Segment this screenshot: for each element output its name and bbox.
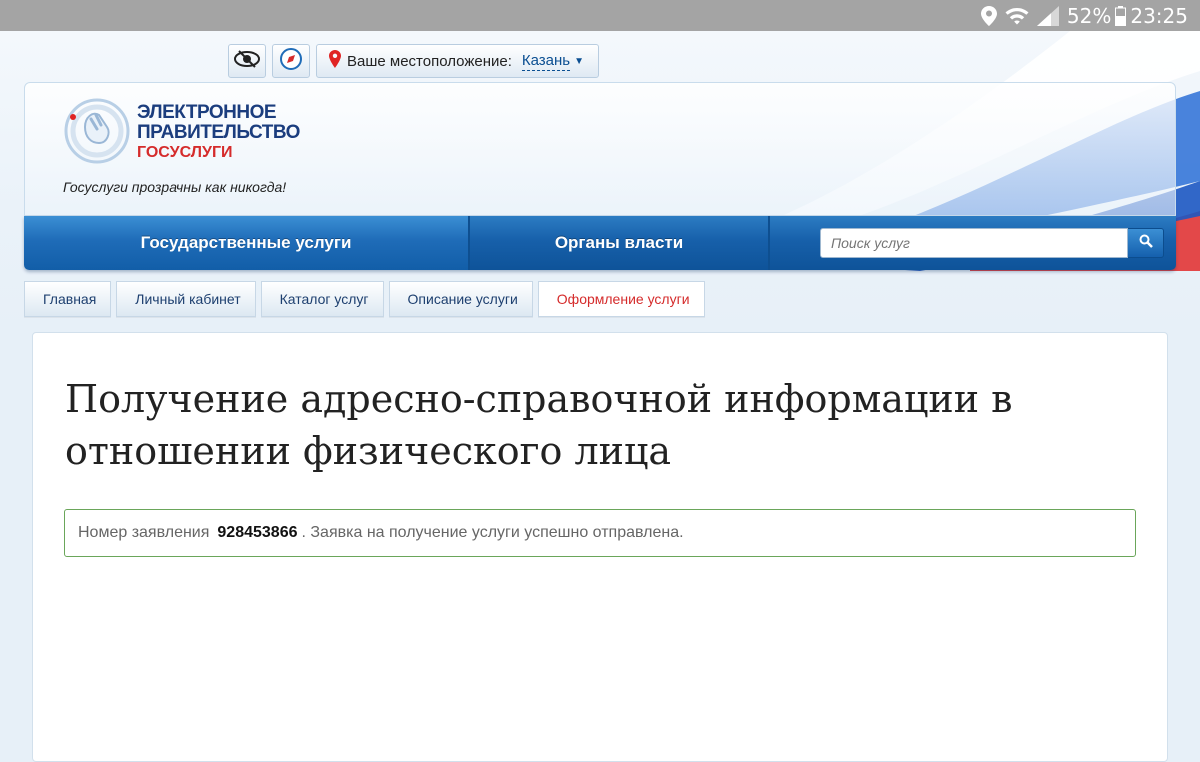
search-input[interactable] bbox=[820, 228, 1128, 258]
battery-icon bbox=[1115, 5, 1127, 26]
location-selector[interactable]: Ваше местоположение: Казань ▼ bbox=[316, 44, 600, 78]
nav-item-authorities[interactable]: Органы власти bbox=[470, 216, 770, 270]
location-city-link[interactable]: Казань bbox=[521, 52, 571, 71]
application-number: 928453866 bbox=[217, 524, 298, 541]
breadcrumb-service-description[interactable]: Описание услуги bbox=[388, 281, 533, 317]
compass-button[interactable] bbox=[272, 44, 310, 78]
accessibility-button[interactable] bbox=[228, 44, 266, 78]
breadcrumb-home[interactable]: Главная bbox=[24, 281, 112, 317]
brand-text[interactable]: ЭЛЕКТРОННОЕ ПРАВИТЕЛЬСТВО ГОСУСЛУГИ bbox=[137, 103, 300, 163]
breadcrumb: Главная Личный кабинет Каталог услуг Опи… bbox=[24, 281, 710, 317]
search-icon bbox=[1139, 234, 1153, 253]
page-title: Получение адресно-справочной информации … bbox=[65, 377, 1013, 473]
brand-line-2: ПРАВИТЕЛЬСТВО bbox=[137, 122, 300, 143]
wifi-icon bbox=[1005, 6, 1029, 26]
breadcrumb-service-application: Оформление услуги bbox=[537, 281, 705, 317]
caret-down-icon: ▼ bbox=[574, 55, 585, 67]
site-header: ЭЛЕКТРОННОЕ ПРАВИТЕЛЬСТВО ГОСУСЛУГИ Госу… bbox=[24, 82, 1176, 216]
alert-message: . Заявка на получение услуги успешно отп… bbox=[301, 524, 684, 541]
brand-line-1: ЭЛЕКТРОННОЕ bbox=[137, 102, 277, 123]
battery-percent: 52% bbox=[1066, 3, 1112, 28]
nav-item-government-services[interactable]: Государственные услуги bbox=[24, 216, 470, 270]
status-bar: 52% 23:25 bbox=[0, 0, 1200, 31]
location-label: Ваше местоположение: bbox=[347, 52, 512, 70]
search-button[interactable] bbox=[1128, 228, 1164, 258]
compass-icon bbox=[280, 47, 302, 75]
content-card: Получение адресно-справочной информации … bbox=[32, 332, 1168, 762]
utility-bar: Ваше местоположение: Казань ▼ bbox=[228, 44, 600, 78]
location-marker-icon bbox=[329, 50, 341, 72]
success-alert: Номер заявления 928453866 . Заявка на по… bbox=[64, 509, 1136, 557]
eye-crossed-icon bbox=[234, 49, 260, 73]
alert-prefix: Номер заявления bbox=[78, 524, 210, 541]
main-nav: Государственные услуги Органы власти bbox=[24, 216, 1176, 270]
slogan: Госуслуги прозрачны как никогда! bbox=[63, 179, 287, 195]
nav-search bbox=[770, 216, 1176, 270]
breadcrumb-personal-account[interactable]: Личный кабинет bbox=[116, 281, 256, 317]
clock: 23:25 bbox=[1130, 3, 1188, 28]
breadcrumb-service-catalog[interactable]: Каталог услуг bbox=[260, 281, 384, 317]
location-pin-icon bbox=[980, 5, 997, 26]
gosuslugi-logo-icon[interactable] bbox=[63, 97, 131, 170]
signal-icon bbox=[1036, 5, 1059, 26]
brand-line-3: ГОСУСЛУГИ bbox=[137, 144, 233, 161]
